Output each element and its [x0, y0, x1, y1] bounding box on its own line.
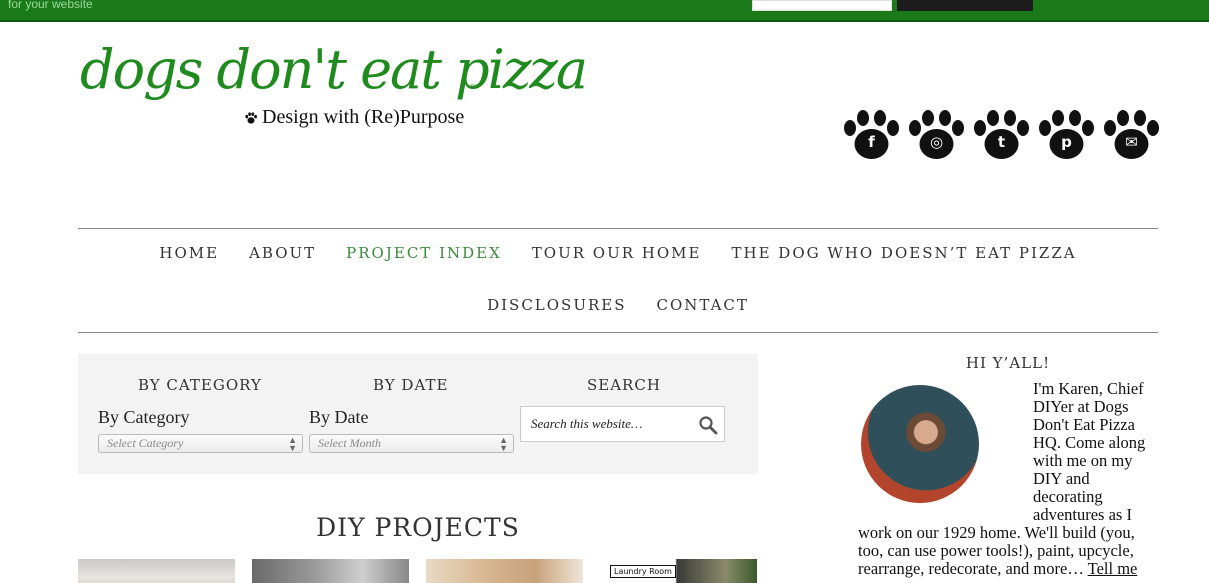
paw-icon [245, 111, 257, 124]
tagline-text: Design with (Re)Purpose [262, 106, 465, 128]
sidebar-heading: HI Y’ALL! [965, 354, 1051, 372]
email-icon: ✉ [1125, 133, 1138, 151]
project-thumbnail[interactable]: Laundry Room [600, 559, 757, 583]
logo-trademark: ™ [470, 84, 477, 91]
email-paw-link[interactable]: ✉ [1103, 110, 1160, 160]
email-signup-input[interactable] [752, 0, 892, 11]
pinterest-icon: p [1061, 133, 1072, 151]
facebook-icon: f [868, 133, 875, 151]
search-box [520, 406, 725, 442]
search-heading: SEARCH [587, 376, 661, 394]
social-links: f ◎ t p ✉ [843, 110, 1160, 160]
search-icon[interactable] [698, 415, 718, 435]
top-promo-bar: for your website [0, 0, 1209, 22]
nav-item-disclosures[interactable]: DISCLOSURES [472, 281, 641, 333]
nav-item-contact[interactable]: CONTACT [642, 281, 764, 333]
category-heading: BY CATEGORY [138, 376, 262, 394]
about-sidebar: HI Y’ALL! I'm Karen, Chief DIYer at Dogs… [858, 352, 1158, 583]
instagram-paw-link[interactable]: ◎ [908, 110, 965, 160]
project-thumbnail[interactable] [78, 559, 235, 583]
site-logo[interactable]: dogs don't eat pizza ™ Design with (Re)P… [80, 38, 588, 138]
project-filters: BY CATEGORY By Category Select Category … [78, 354, 758, 474]
project-thumbnail[interactable] [426, 559, 583, 583]
instagram-icon: ◎ [929, 133, 944, 151]
logo-tagline: Design with (Re)Purpose [244, 106, 464, 129]
main-nav: HOME ABOUT PROJECT INDEX TOUR OUR HOME T… [78, 228, 1158, 333]
thumbnail-caption: Laundry Room [610, 565, 676, 578]
date-heading: BY DATE [373, 376, 449, 394]
category-select[interactable]: Select Category ▲ ▼ [98, 434, 303, 453]
twitter-paw-link[interactable]: t [973, 110, 1030, 160]
category-select-value: Select Category [107, 436, 184, 450]
project-thumbnails: Laundry Room [78, 559, 757, 583]
promo-text: for your website [8, 0, 93, 11]
nav-item-about[interactable]: ABOUT [234, 229, 331, 281]
search-input[interactable] [521, 407, 696, 441]
nav-item-project-index[interactable]: PROJECT INDEX [331, 229, 517, 281]
project-thumbnail[interactable] [252, 559, 409, 583]
author-avatar [861, 385, 979, 503]
logo-wordmark: dogs don't eat pizza [80, 38, 588, 101]
signup-button[interactable] [897, 0, 1033, 11]
category-label: By Category [98, 407, 190, 427]
select-arrows-icon: ▲ ▼ [288, 435, 297, 453]
twitter-icon: t [997, 133, 1006, 151]
facebook-paw-link[interactable]: f [843, 110, 900, 160]
diy-projects-heading: DIY PROJECTS [316, 513, 520, 542]
pinterest-paw-link[interactable]: p [1038, 110, 1095, 160]
nav-item-home[interactable]: HOME [144, 229, 234, 281]
nav-item-the-dog[interactable]: THE DOG WHO DOESN’T EAT PIZZA [716, 229, 1091, 281]
select-arrows-icon: ▲ ▼ [499, 435, 508, 453]
month-select[interactable]: Select Month ▲ ▼ [309, 434, 514, 453]
nav-item-tour-our-home[interactable]: TOUR OUR HOME [517, 229, 717, 281]
month-select-value: Select Month [318, 436, 381, 450]
date-label: By Date [309, 407, 369, 427]
